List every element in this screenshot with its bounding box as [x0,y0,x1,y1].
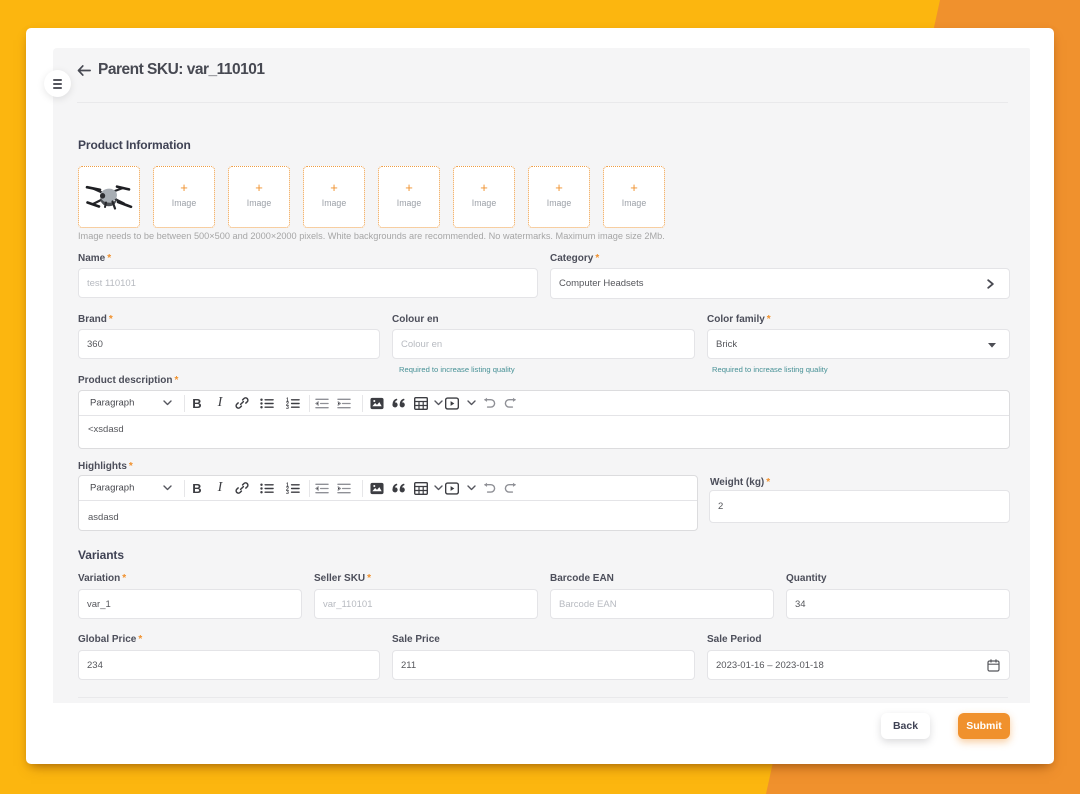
svg-text:3: 3 [286,490,289,495]
svg-text:3: 3 [286,405,289,410]
